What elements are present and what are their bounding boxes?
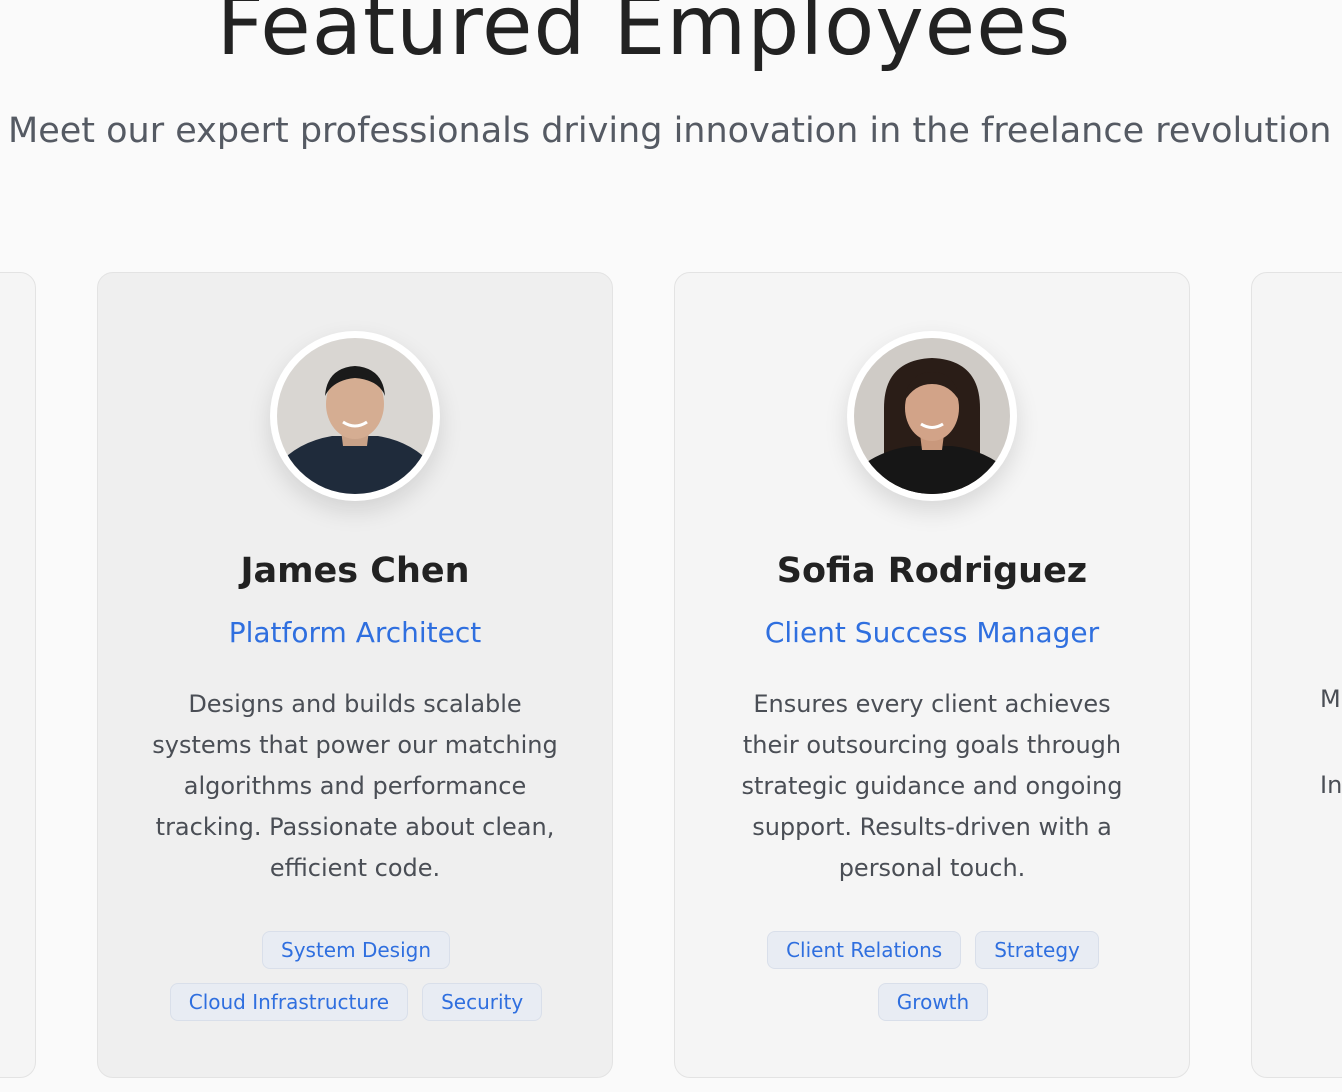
employee-role: Client Success Manager [764,616,1100,649]
partial-bio-text: In [1320,771,1342,799]
skill-tags: Client Relations Strategy Growth [725,931,1141,1021]
skill-tag: Client Relations [767,931,962,969]
section-title: Featured Employees [216,0,1072,74]
employee-name: Sofia Rodriguez [776,551,1088,591]
employee-card-partial-left[interactable] [0,272,36,1078]
employee-card[interactable]: James Chen Platform Architect Designs an… [97,272,613,1078]
employee-bio: Designs and builds scalable systems that… [152,690,558,882]
skill-tag: Strategy [975,931,1099,969]
employee-card-partial-right[interactable]: M In [1251,272,1342,1078]
skill-tag: Security [422,983,543,1021]
employee-photo [277,338,433,494]
employee-photo [854,338,1010,494]
partial-bio-text: M [1320,685,1341,713]
avatar [270,331,440,501]
featured-employees-section: Featured Employees Meet our expert profe… [0,0,1342,1092]
employee-name: James Chen [240,551,470,591]
employee-card[interactable]: Sofia Rodriguez Client Success Manager E… [674,272,1190,1078]
employee-bio: Ensures every client achieves their outs… [741,690,1123,882]
section-subtitle: Meet our expert professionals driving in… [8,111,1332,151]
skill-tags: System Design Cloud Infrastructure Secur… [148,931,564,1021]
skill-tag: System Design [262,931,450,969]
avatar [847,331,1017,501]
skill-tag: Cloud Infrastructure [169,983,409,1021]
employee-role: Platform Architect [228,616,482,649]
skill-tag: Growth [877,983,989,1021]
